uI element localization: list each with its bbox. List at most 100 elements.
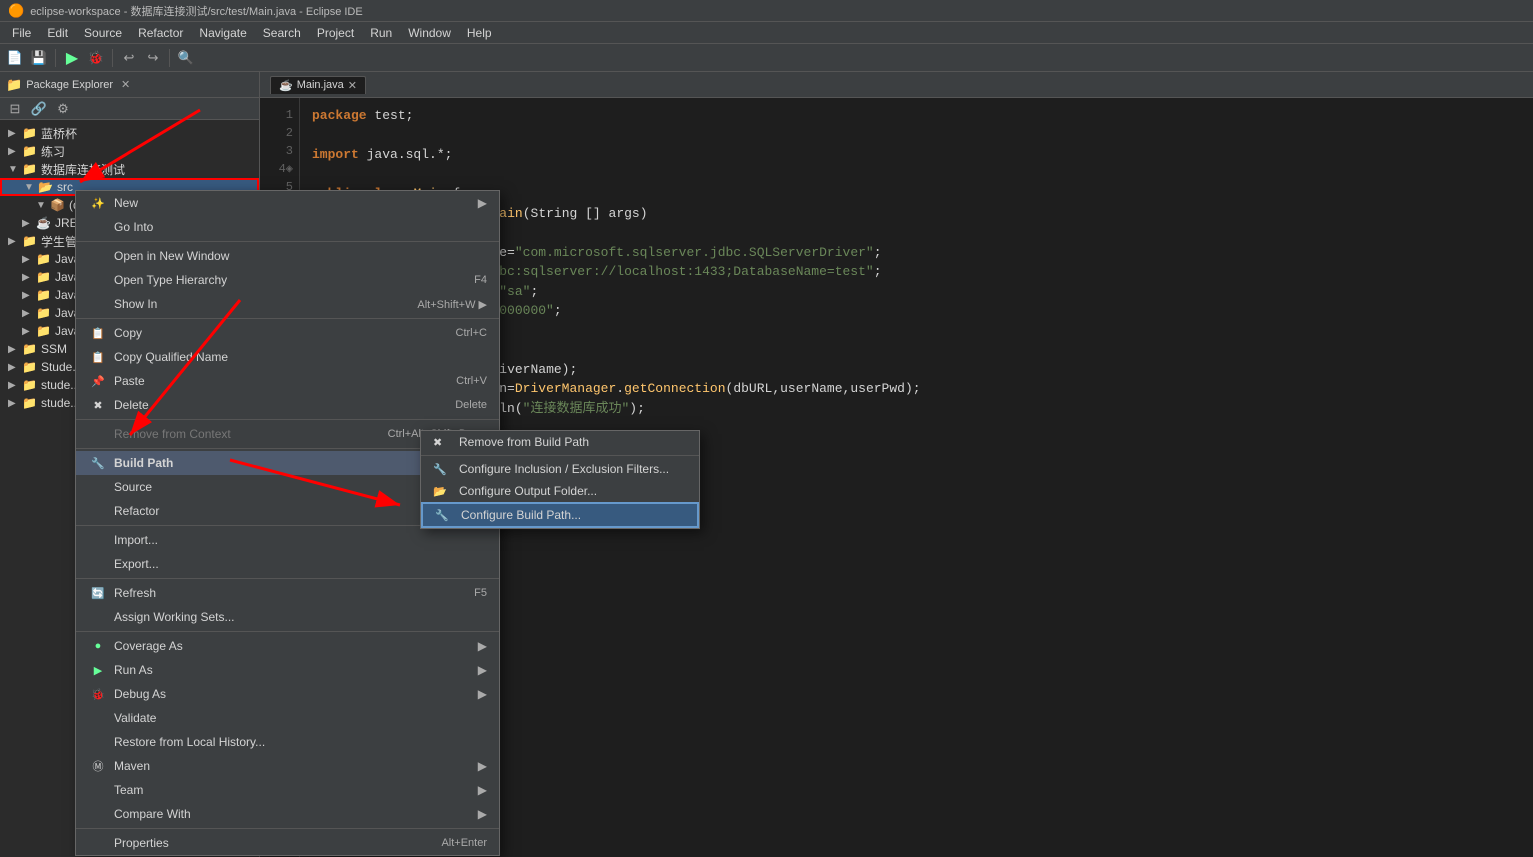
sub-configure-output[interactable]: 📂 Configure Output Folder... bbox=[421, 480, 699, 502]
run-as-icon: ▶ bbox=[88, 662, 108, 678]
menu-help[interactable]: Help bbox=[459, 24, 500, 42]
delete-icon: ✖ bbox=[88, 397, 108, 413]
import-icon bbox=[88, 532, 108, 548]
sub-configure-filters[interactable]: 🔧 Configure Inclusion / Exclusion Filter… bbox=[421, 458, 699, 480]
tb-new[interactable]: 📄 bbox=[4, 47, 26, 69]
pe-tab-label: Package Explorer bbox=[26, 79, 113, 91]
ctx-sep3 bbox=[76, 419, 499, 420]
menu-refactor[interactable]: Refactor bbox=[130, 24, 191, 42]
tb-save[interactable]: 💾 bbox=[28, 47, 50, 69]
ctx-sep8 bbox=[76, 828, 499, 829]
filters-icon: 🔧 bbox=[433, 463, 453, 476]
pe-toolbar: ⊟ 🔗 ⚙ bbox=[0, 98, 259, 120]
ctx-maven[interactable]: Ⓜ Maven ▶ bbox=[76, 754, 499, 778]
tb-undo[interactable]: ↩ bbox=[118, 47, 140, 69]
editor-tab-label: Main.java bbox=[297, 79, 344, 91]
sub-remove-from-build-path[interactable]: ✖ Remove from Build Path bbox=[421, 431, 699, 453]
refactor-icon bbox=[88, 503, 108, 519]
remove-build-icon: ✖ bbox=[433, 436, 453, 449]
copy-qualified-icon: 📋 bbox=[88, 349, 108, 365]
toolbar: 📄 💾 ▶ 🐞 ↩ ↪ 🔍 bbox=[0, 44, 1533, 72]
ctx-assign-working-sets[interactable]: Assign Working Sets... bbox=[76, 605, 499, 629]
ctx-go-into[interactable]: Go Into bbox=[76, 215, 499, 239]
ctx-new[interactable]: ✨ New ▶ bbox=[76, 191, 499, 215]
tb-sep2 bbox=[112, 49, 113, 67]
menu-search[interactable]: Search bbox=[255, 24, 309, 42]
copy-icon: 📋 bbox=[88, 325, 108, 341]
menu-project[interactable]: Project bbox=[309, 24, 362, 42]
validate-icon bbox=[88, 710, 108, 726]
ctx-copy[interactable]: 📋 Copy Ctrl+C bbox=[76, 321, 499, 345]
ctx-open-type-hier[interactable]: Open Type Hierarchy F4 bbox=[76, 268, 499, 292]
ctx-validate[interactable]: Validate bbox=[76, 706, 499, 730]
tb-sep3 bbox=[169, 49, 170, 67]
pe-collapse-all[interactable]: ⊟ bbox=[4, 98, 26, 120]
ctx-sep2 bbox=[76, 318, 499, 319]
ctx-delete[interactable]: ✖ Delete Delete bbox=[76, 393, 499, 417]
ctx-open-new-window[interactable]: Open in New Window bbox=[76, 244, 499, 268]
menu-navigate[interactable]: Navigate bbox=[191, 24, 254, 42]
restore-icon bbox=[88, 734, 108, 750]
pe-link[interactable]: 🔗 bbox=[28, 98, 50, 120]
ctx-import[interactable]: Import... bbox=[76, 528, 499, 552]
ctx-copy-qualified[interactable]: 📋 Copy Qualified Name bbox=[76, 345, 499, 369]
ctx-debug-as[interactable]: 🐞 Debug As ▶ bbox=[76, 682, 499, 706]
debug-as-icon: 🐞 bbox=[88, 686, 108, 702]
tb-redo[interactable]: ↪ bbox=[142, 47, 164, 69]
ctx-run-as[interactable]: ▶ Run As ▶ bbox=[76, 658, 499, 682]
remove-context-icon bbox=[88, 426, 108, 442]
title-bar: 🟠 eclipse-workspace - 数据库连接测试/src/test/M… bbox=[0, 0, 1533, 22]
compare-icon bbox=[88, 806, 108, 822]
tree-item-practice[interactable]: ▶ 📁 练习 bbox=[0, 142, 259, 160]
menu-bar: File Edit Source Refactor Navigate Searc… bbox=[0, 22, 1533, 44]
ctx-sep6 bbox=[76, 578, 499, 579]
sub-configure-build-path[interactable]: 🔧 Configure Build Path... bbox=[421, 502, 699, 528]
go-into-icon bbox=[88, 219, 108, 235]
type-hier-icon bbox=[88, 272, 108, 288]
assign-ws-icon bbox=[88, 609, 108, 625]
refresh-icon: 🔄 bbox=[88, 585, 108, 601]
tb-debug[interactable]: 🐞 bbox=[85, 47, 107, 69]
build-path-icon: 🔧 bbox=[88, 455, 108, 471]
submenu-buildpath: ✖ Remove from Build Path 🔧 Configure Inc… bbox=[420, 430, 700, 529]
ctx-sep7 bbox=[76, 631, 499, 632]
menu-edit[interactable]: Edit bbox=[39, 24, 76, 42]
sub-sep1 bbox=[421, 455, 699, 456]
configure-bp-icon: 🔧 bbox=[435, 509, 455, 522]
maven-icon: Ⓜ bbox=[88, 758, 108, 774]
coverage-icon: ● bbox=[88, 638, 108, 654]
tree-item-bluebridge[interactable]: ▶ 📁 蓝桥杯 bbox=[0, 124, 259, 142]
editor-tab-close[interactable]: ✕ bbox=[348, 79, 357, 92]
output-icon: 📂 bbox=[433, 485, 453, 498]
tb-run[interactable]: ▶ bbox=[61, 47, 83, 69]
eclipse-icon: 🟠 bbox=[8, 3, 24, 19]
source-icon bbox=[88, 479, 108, 495]
team-icon bbox=[88, 782, 108, 798]
new-icon: ✨ bbox=[88, 195, 108, 211]
ctx-properties[interactable]: Properties Alt+Enter bbox=[76, 831, 499, 855]
pe-settings[interactable]: ⚙ bbox=[52, 98, 74, 120]
ctx-paste[interactable]: 📌 Paste Ctrl+V bbox=[76, 369, 499, 393]
tb-search[interactable]: 🔍 bbox=[175, 47, 197, 69]
pe-tab-close[interactable]: ✕ bbox=[121, 78, 130, 91]
ctx-team[interactable]: Team ▶ bbox=[76, 778, 499, 802]
menu-run[interactable]: Run bbox=[362, 24, 400, 42]
folder-icon: 📁 bbox=[6, 77, 22, 93]
ctx-sep1 bbox=[76, 241, 499, 242]
title-text: eclipse-workspace - 数据库连接测试/src/test/Mai… bbox=[30, 3, 363, 19]
properties-icon bbox=[88, 835, 108, 851]
menu-window[interactable]: Window bbox=[400, 24, 459, 42]
editor-tab-main-java[interactable]: ☕ Main.java ✕ bbox=[270, 76, 366, 94]
ctx-compare-with[interactable]: Compare With ▶ bbox=[76, 802, 499, 826]
ctx-coverage-as[interactable]: ● Coverage As ▶ bbox=[76, 634, 499, 658]
ctx-restore-history[interactable]: Restore from Local History... bbox=[76, 730, 499, 754]
menu-file[interactable]: File bbox=[4, 24, 39, 42]
ctx-show-in[interactable]: Show In Alt+Shift+W ▶ bbox=[76, 292, 499, 316]
tb-sep1 bbox=[55, 49, 56, 67]
tree-item-dbtest[interactable]: ▼ 📁 数据库连接测试 bbox=[0, 160, 259, 178]
show-in-icon bbox=[88, 296, 108, 312]
ctx-export[interactable]: Export... bbox=[76, 552, 499, 576]
menu-source[interactable]: Source bbox=[76, 24, 130, 42]
package-explorer-tab[interactable]: 📁 Package Explorer ✕ bbox=[0, 72, 259, 98]
ctx-refresh[interactable]: 🔄 Refresh F5 bbox=[76, 581, 499, 605]
